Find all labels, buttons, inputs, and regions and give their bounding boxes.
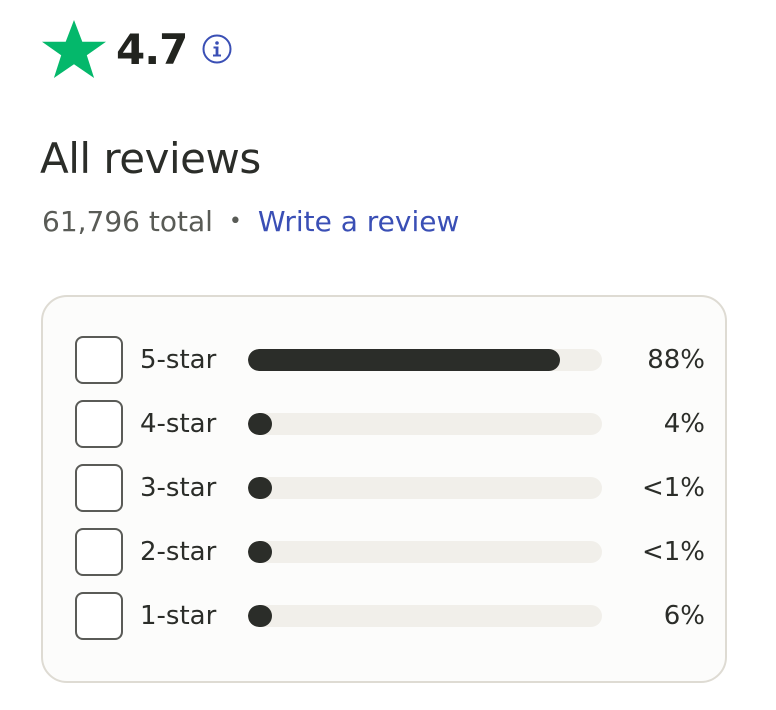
filter-label: 5-star — [140, 345, 217, 375]
rating-bar-track — [248, 349, 602, 371]
rating-bar-track — [248, 541, 602, 563]
filter-label: 1-star — [140, 601, 217, 631]
review-summary-page: 4.7 All reviews 61,796 total • Write a r… — [0, 0, 776, 710]
filter-label: 4-star — [140, 409, 217, 439]
checkbox-3-star[interactable] — [75, 464, 123, 512]
filter-label: 2-star — [140, 537, 217, 567]
filter-percent: <1% — [641, 473, 705, 503]
filter-row-1-star[interactable]: 1-star 6% — [75, 591, 705, 641]
total-review-count: 61,796 total — [42, 205, 213, 238]
rating-header: 4.7 — [40, 18, 233, 80]
rating-bar-track — [248, 413, 602, 435]
filter-percent: <1% — [641, 537, 705, 567]
filter-label: 3-star — [140, 473, 217, 503]
checkbox-5-star[interactable] — [75, 336, 123, 384]
write-review-link[interactable]: Write a review — [258, 205, 459, 238]
separator-dot: • — [228, 209, 242, 234]
filter-percent: 6% — [663, 601, 705, 631]
info-icon[interactable] — [201, 33, 233, 65]
rating-bar-fill — [248, 349, 560, 371]
rating-bar-track — [248, 605, 602, 627]
rating-bar-fill — [248, 413, 272, 435]
page-title: All reviews — [40, 134, 261, 183]
filter-row-5-star[interactable]: 5-star 88% — [75, 335, 705, 385]
rating-bar-track — [248, 477, 602, 499]
review-meta: 61,796 total • Write a review — [42, 205, 459, 238]
filter-row-3-star[interactable]: 3-star <1% — [75, 463, 705, 513]
rating-value: 4.7 — [116, 24, 188, 74]
filter-row-2-star[interactable]: 2-star <1% — [75, 527, 705, 577]
filter-percent: 88% — [647, 345, 705, 375]
rating-bar-fill — [248, 605, 272, 627]
checkbox-2-star[interactable] — [75, 528, 123, 576]
checkbox-1-star[interactable] — [75, 592, 123, 640]
star-filter-card: 5-star 88% 4-star 4% 3-star <1% 2-star <… — [41, 295, 727, 683]
filter-row-4-star[interactable]: 4-star 4% — [75, 399, 705, 449]
filter-percent: 4% — [663, 409, 705, 439]
checkbox-4-star[interactable] — [75, 400, 123, 448]
rating-bar-fill — [248, 541, 272, 563]
rating-bar-fill — [248, 477, 272, 499]
star-icon — [42, 20, 106, 78]
